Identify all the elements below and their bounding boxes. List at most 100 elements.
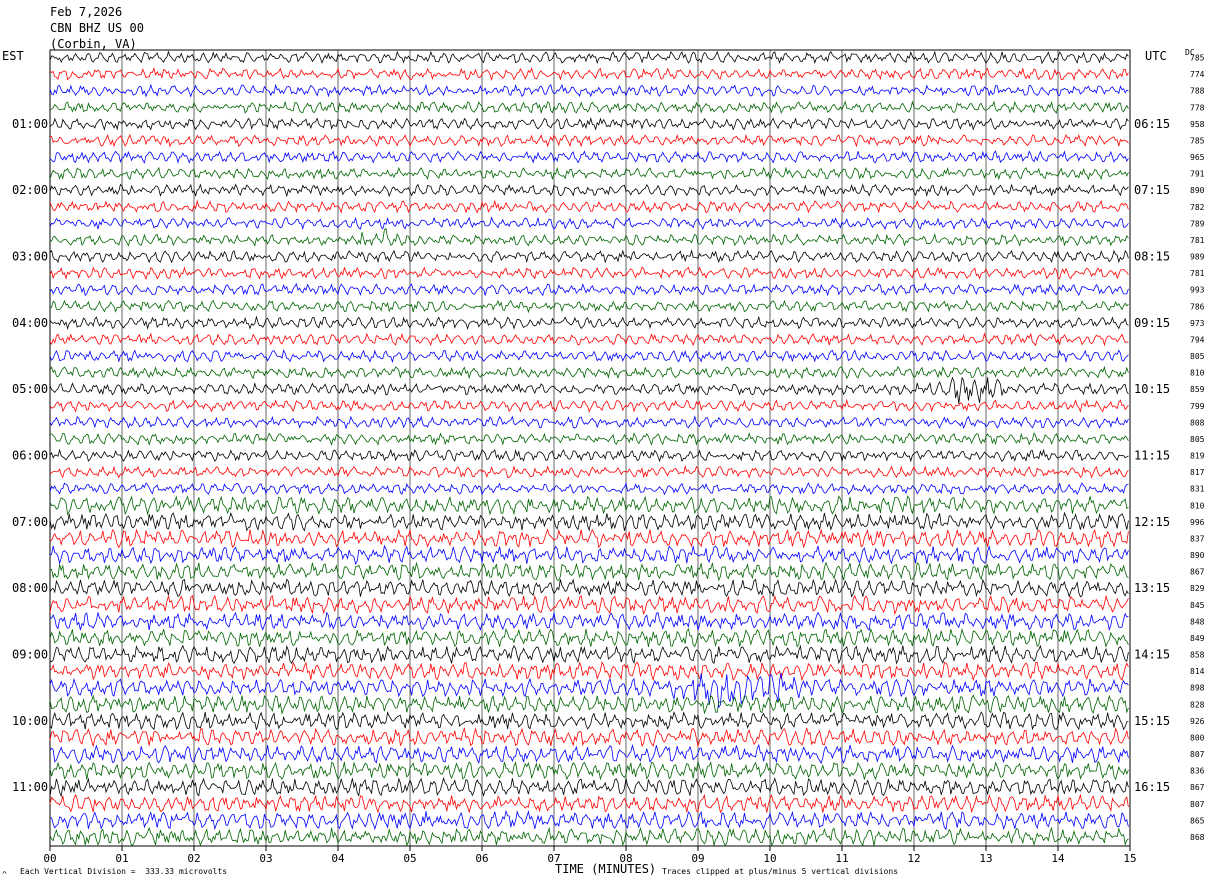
seismic-trace (49, 199, 1129, 214)
x-tick-label: 11 (835, 852, 848, 865)
seismic-trace (49, 100, 1129, 115)
dc-value-label: 996 (1190, 518, 1205, 527)
est-hour-label: 04:00 (12, 316, 48, 330)
seismic-trace (49, 448, 1129, 463)
utc-hour-label: 08:15 (1134, 250, 1170, 264)
seismic-trace (49, 216, 1129, 231)
seismic-trace (49, 266, 1129, 280)
seismic-trace (49, 249, 1129, 264)
seismic-trace (49, 67, 1129, 82)
seismic-trace (49, 227, 1129, 247)
seismic-trace (49, 465, 1129, 479)
dc-value-label: 989 (1190, 253, 1205, 262)
x-tick-label: 05 (403, 852, 416, 865)
utc-hour-label: 09:15 (1134, 316, 1170, 330)
seismic-trace (49, 544, 1129, 566)
dc-value-label: 828 (1190, 700, 1205, 709)
est-hour-label: 10:00 (12, 714, 48, 728)
seismic-trace (49, 594, 1129, 616)
est-hour-label: 02:00 (12, 183, 48, 197)
dc-value-label: 848 (1190, 617, 1205, 626)
seismic-trace (49, 150, 1129, 164)
x-tick-label: 09 (691, 852, 704, 865)
x-axis-title: TIME (MINUTES) (555, 862, 657, 876)
seismic-trace (49, 627, 1129, 648)
utc-hour-label: 06:15 (1134, 117, 1170, 131)
dc-value-label: 865 (1190, 816, 1205, 825)
seismic-trace (49, 482, 1129, 496)
seismic-trace (49, 431, 1129, 447)
seismic-trace (49, 528, 1129, 549)
dc-value-label: 778 (1190, 103, 1205, 112)
dc-value-label: 781 (1190, 236, 1205, 245)
dc-value-label: 810 (1190, 501, 1205, 510)
dc-value-label: 785 (1190, 136, 1205, 145)
seismic-trace (49, 644, 1129, 665)
dc-value-label: 807 (1190, 800, 1205, 809)
dc-value-label: 805 (1190, 352, 1205, 361)
dc-value-label: 867 (1190, 783, 1205, 792)
utc-hour-label: 16:15 (1134, 780, 1170, 794)
seismic-trace (49, 694, 1129, 715)
seismic-trace (49, 183, 1129, 198)
dc-value-label: 868 (1190, 833, 1205, 842)
est-hour-label: 09:00 (12, 648, 48, 662)
dc-value-label: 781 (1190, 269, 1205, 278)
seismic-trace (49, 727, 1129, 748)
seismic-trace (49, 282, 1129, 297)
dc-value-label: 817 (1190, 468, 1205, 477)
x-tick-label: 15 (1123, 852, 1136, 865)
est-hour-label: 08:00 (12, 581, 48, 595)
dc-value-label: 926 (1190, 717, 1205, 726)
x-tick-label: 14 (1051, 852, 1065, 865)
clip-note: Traces clipped at plus/minus 5 vertical … (662, 867, 899, 876)
x-tick-label: 01 (115, 852, 128, 865)
utc-hour-label: 10:15 (1134, 382, 1170, 396)
dc-value-label: 786 (1190, 302, 1205, 311)
est-hour-label: 06:00 (12, 449, 48, 463)
dc-value-label: 785 (1190, 54, 1205, 63)
est-hour-label: 11:00 (12, 780, 48, 794)
seismic-trace (49, 776, 1129, 798)
dc-value-label: 859 (1190, 385, 1205, 394)
seismic-trace (49, 760, 1129, 781)
dc-value-label: 807 (1190, 750, 1205, 759)
utc-hour-label: 12:15 (1134, 515, 1170, 529)
seismic-trace (49, 710, 1129, 731)
dc-value-label: 774 (1190, 70, 1205, 79)
x-tick-label: 04 (331, 852, 345, 865)
seismic-trace (49, 299, 1129, 314)
seismic-trace (49, 365, 1129, 380)
seismic-trace (49, 661, 1129, 682)
dc-value-label: 808 (1190, 418, 1205, 427)
x-tick-label: 03 (259, 852, 272, 865)
est-hour-label: 05:00 (12, 382, 48, 396)
seismic-trace (49, 511, 1129, 532)
dc-value-label: 805 (1190, 435, 1205, 444)
dc-value-label: 782 (1190, 203, 1205, 212)
dc-value-label: 814 (1190, 667, 1205, 676)
seismic-trace (49, 133, 1129, 148)
seismic-trace (49, 611, 1129, 632)
est-hour-label: 07:00 (12, 515, 48, 529)
seismic-trace (49, 332, 1129, 347)
dc-value-label: 973 (1190, 319, 1205, 328)
dc-value-label: 819 (1190, 452, 1205, 461)
corner-mark: ^ (2, 870, 7, 879)
seismic-trace (49, 50, 1129, 65)
dc-value-label: 965 (1190, 153, 1205, 162)
dc-value-label: 890 (1190, 186, 1205, 195)
seismic-trace (49, 415, 1129, 430)
dc-value-label: 890 (1190, 551, 1205, 560)
dc-value-label: 789 (1190, 219, 1205, 228)
utc-hour-label: 13:15 (1134, 581, 1170, 595)
dc-value-label: 799 (1190, 402, 1205, 411)
seismic-trace (49, 376, 1129, 404)
est-hour-label: 03:00 (12, 250, 48, 264)
dc-value-label: 958 (1190, 120, 1205, 129)
utc-hour-label: 11:15 (1134, 449, 1170, 463)
seismic-trace (49, 578, 1129, 598)
seismic-trace (49, 809, 1129, 831)
seismic-trace (49, 398, 1129, 413)
x-tick-label: 10 (763, 852, 776, 865)
